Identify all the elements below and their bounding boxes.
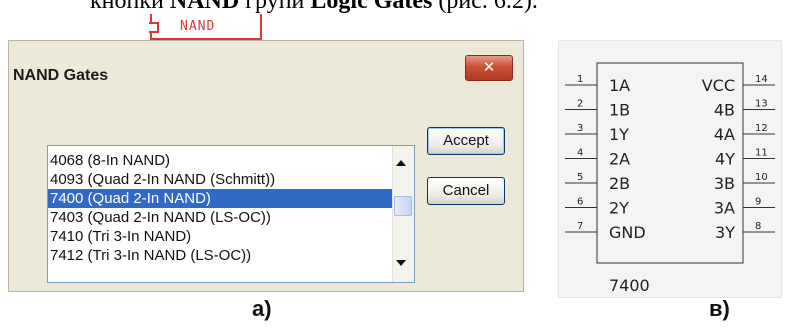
pin-label: 3Y xyxy=(715,223,735,242)
pin-label: 1Y xyxy=(609,125,629,144)
list-item[interactable]: 4093 (Quad 2-In NAND (Schmitt)) xyxy=(48,170,394,189)
caption-b: в) xyxy=(709,296,730,321)
list-item[interactable]: 4068 (8-In NAND) xyxy=(48,151,394,170)
cancel-button[interactable]: Cancel xyxy=(427,177,505,205)
document-text-line: кнопки NAND групи Logic Gates (рис. 6.2)… xyxy=(0,0,787,15)
pin-label: 2A xyxy=(609,150,630,169)
pin-label: 2Y xyxy=(609,199,629,218)
gate-listbox[interactable]: 4068 (8-In NAND) 4093 (Quad 2-In NAND (Sc… xyxy=(47,145,415,283)
pin-label: 1A xyxy=(609,76,630,95)
pin-number: 7 xyxy=(577,221,583,232)
pin-number: 10 xyxy=(755,172,768,183)
list-item[interactable]: 7412 (Tri 3-In NAND (LS-OC)) xyxy=(48,246,394,265)
caption-a: а) xyxy=(252,296,272,321)
ic-7400-pinout: 1 1A 2 1B 3 1Y 4 2A 5 2B 6 2Y 7 GND 14 VCC 13 4B 12 4A 11 4Y 1… xyxy=(558,40,782,298)
pin-label: 4B xyxy=(714,101,735,120)
pin-label: 2B xyxy=(609,174,630,193)
text-prefix: кнопки xyxy=(90,0,170,14)
pin-number: 8 xyxy=(755,221,761,232)
pin-number: 14 xyxy=(755,74,768,85)
pin-label: 1B xyxy=(609,101,630,120)
list-item[interactable]: 7400 (Quad 2-In NAND) xyxy=(48,189,394,208)
pin-number: 4 xyxy=(577,148,583,159)
pin-label: GND xyxy=(609,223,646,242)
pin-label: VCC xyxy=(702,76,735,95)
pin-label: 3B xyxy=(714,174,735,193)
scroll-thumb[interactable] xyxy=(394,196,412,216)
pin-number: 1 xyxy=(577,74,583,85)
pin-number: 13 xyxy=(755,99,768,110)
text-bold-nand: NAND xyxy=(169,0,240,14)
scroll-down-arrow-icon[interactable] xyxy=(396,260,406,266)
schematic-nand-label: NAND xyxy=(180,19,216,34)
dialog-title: NAND Gates xyxy=(13,67,109,84)
schematic-nand-component: NAND xyxy=(149,14,262,40)
pin-label: 4A xyxy=(714,125,735,144)
pin-number: 5 xyxy=(577,172,583,183)
nand-gates-dialog: NAND Gates ✕ 4068 (8-In NAND) 4093 (Quad … xyxy=(8,40,524,292)
pin-number: 6 xyxy=(577,197,583,208)
text-mid: групи xyxy=(239,0,311,14)
list-item[interactable]: 7410 (Tri 3-In NAND) xyxy=(48,227,394,246)
chip-part-number: 7400 xyxy=(609,276,650,295)
chip-diagram: 1 1A 2 1B 3 1Y 4 2A 5 2B 6 2Y 7 GND 14 VCC 13 4B 12 4A 11 4Y 1… xyxy=(565,62,775,295)
text-bold-logic-gates: Logic Gates xyxy=(310,0,433,14)
dialog-titlebar xyxy=(9,41,523,67)
gate-list: 4068 (8-In NAND) 4093 (Quad 2-In NAND (Sc… xyxy=(48,151,394,265)
text-suffix: (рис. 6.2). xyxy=(432,0,538,14)
pin-number: 11 xyxy=(755,148,768,159)
close-button[interactable]: ✕ xyxy=(465,55,513,81)
pin-number: 12 xyxy=(755,123,768,134)
scroll-up-arrow-icon[interactable] xyxy=(396,160,406,166)
pin-label: 3A xyxy=(714,199,735,218)
list-scrollbar[interactable] xyxy=(392,146,414,282)
pin-number: 2 xyxy=(577,99,583,110)
list-item[interactable]: 7403 (Quad 2-In NAND (LS-OC)) xyxy=(48,208,394,227)
accept-button[interactable]: Accept xyxy=(427,127,505,155)
pin-number: 3 xyxy=(577,123,583,134)
pin-number: 9 xyxy=(755,197,761,208)
component-notch xyxy=(149,22,159,33)
pin-label: 4Y xyxy=(715,150,735,169)
